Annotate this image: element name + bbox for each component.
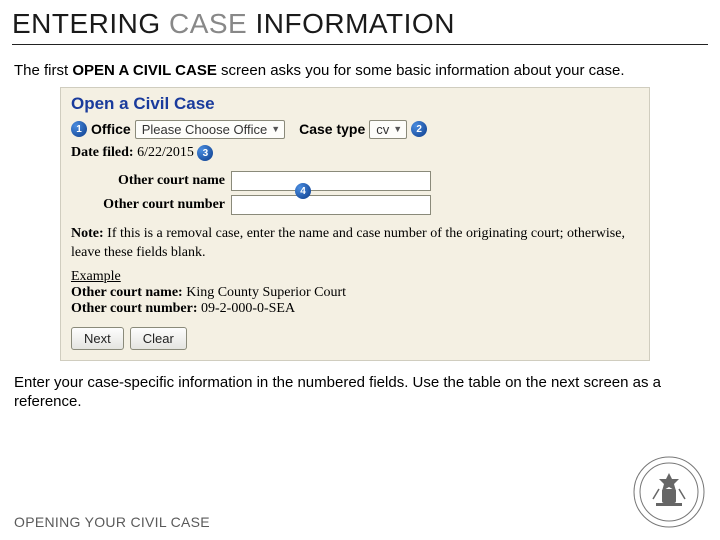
intro-post: screen asks you for some basic informati…	[217, 62, 625, 79]
row-date-filed: Date filed: 6/22/2015 3	[71, 145, 639, 162]
example-name-value: King County Superior Court	[183, 285, 346, 300]
chevron-down-icon: ▼	[393, 124, 402, 134]
casetype-dropdown-value: cv	[376, 122, 389, 137]
badge-2-icon: 2	[411, 121, 427, 137]
casetype-dropdown[interactable]: cv ▼	[369, 120, 407, 139]
other-court-name-label: Other court name	[71, 173, 231, 189]
office-dropdown[interactable]: Please Choose Office ▼	[135, 120, 285, 139]
row-office-casetype: 1 Office Please Choose Office ▼ Case typ…	[71, 120, 639, 139]
example-name-label: Other court name:	[71, 285, 183, 300]
intro-bold: OPEN A CIVIL CASE	[72, 62, 216, 79]
badge-1-icon: 1	[71, 121, 87, 137]
other-court-number-input[interactable]	[231, 195, 431, 215]
next-button[interactable]: Next	[71, 327, 124, 350]
example-number-value: 09-2-000-0-SEA	[198, 301, 296, 316]
button-row: Next Clear	[71, 327, 639, 350]
other-court-name-row: Other court name	[71, 171, 639, 191]
example-number-line: Other court number: 09-2-000-0-SEA	[71, 301, 639, 317]
page-title: ENTERING CASE INFORMATION	[0, 0, 720, 44]
title-part3: INFORMATION	[256, 8, 455, 39]
casetype-label: Case type	[299, 121, 365, 137]
outro-text: Enter your case-specific information in …	[0, 361, 720, 412]
title-part1: ENTERING	[12, 8, 169, 39]
datefiled-value: 6/22/2015	[137, 145, 194, 160]
example-number-label: Other court number:	[71, 301, 198, 316]
note-text: If this is a removal case, enter the nam…	[71, 226, 625, 260]
note-block: Note: If this is a removal case, enter t…	[71, 225, 639, 263]
datefiled-label: Date filed:	[71, 145, 134, 160]
other-court-number-label: Other court number	[71, 197, 231, 213]
note-label: Note:	[71, 226, 104, 241]
screenshot-heading: Open a Civil Case	[71, 94, 639, 114]
office-label: Office	[91, 121, 131, 137]
clear-button[interactable]: Clear	[130, 327, 187, 350]
footer-text: OPENING YOUR CIVIL CASE	[14, 514, 210, 530]
other-court-number-row: 4 Other court number	[71, 195, 639, 215]
court-seal-icon	[632, 455, 706, 534]
badge-3-icon: 3	[197, 145, 213, 161]
intro-text: The first OPEN A CIVIL CASE screen asks …	[0, 61, 720, 87]
chevron-down-icon: ▼	[271, 124, 280, 134]
title-rule	[12, 44, 708, 45]
example-label: Example	[71, 269, 121, 285]
other-court-name-input[interactable]	[231, 171, 431, 191]
title-part2: CASE	[169, 8, 256, 39]
example-name-line: Other court name: King County Superior C…	[71, 285, 639, 301]
badge-4-icon: 4	[295, 183, 311, 199]
intro-pre: The first	[14, 62, 72, 79]
office-dropdown-value: Please Choose Office	[142, 122, 268, 137]
embedded-screenshot: Open a Civil Case 1 Office Please Choose…	[60, 87, 650, 361]
